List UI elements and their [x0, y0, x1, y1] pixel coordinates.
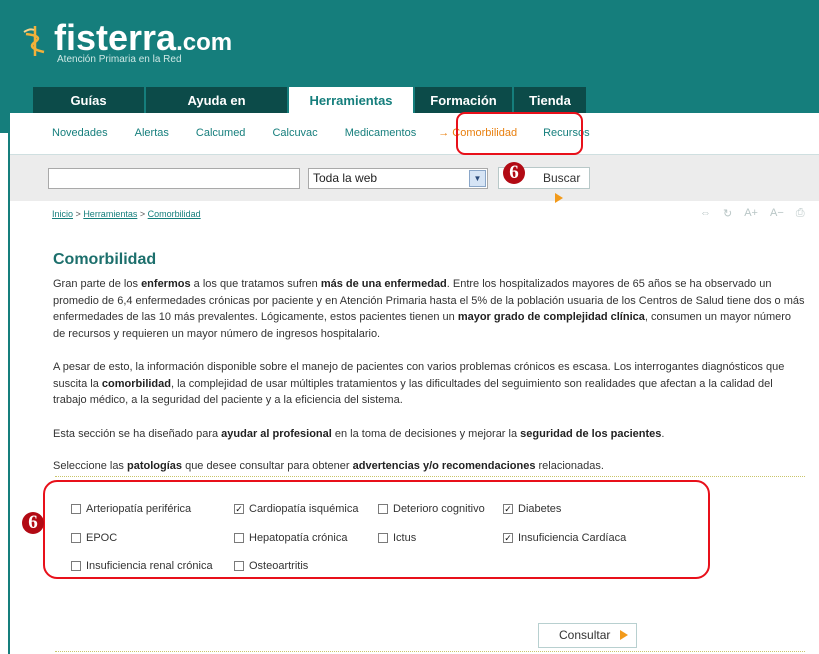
consultar-button-label: Consultar [559, 628, 611, 642]
breadcrumb-herramientas[interactable]: Herramientas [83, 209, 137, 219]
chevron-down-icon[interactable]: ▼ [469, 170, 486, 187]
breadcrumb: Inicio > Herramientas > Comorbilidad [52, 209, 201, 219]
breadcrumb-separator: > [139, 209, 146, 219]
context-paragraph: A pesar de esto, la información disponib… [53, 361, 785, 406]
caduceus-logo-icon [23, 26, 45, 56]
main-nav-tabs: Guías clínicas Ayuda en consulta Herrami… [33, 87, 588, 135]
tab-tienda[interactable]: Tienda [514, 87, 586, 114]
intro-paragraph: Gran parte de los enfermos a los que tra… [53, 278, 805, 340]
highlight-box-comorbilidad [456, 112, 583, 155]
submenu-calcuvac[interactable]: Calcuvac [272, 127, 317, 139]
search-scope-select[interactable]: Toda la web ▼ [308, 168, 488, 189]
submenu-alertas[interactable]: Alertas [135, 127, 169, 139]
purpose-paragraph: Esta sección se ha diseñado para ayudar … [53, 428, 665, 440]
play-arrow-icon [620, 630, 629, 640]
submenu-medicamentos[interactable]: Medicamentos [345, 127, 417, 139]
breadcrumb-comorbilidad[interactable]: Comorbilidad [148, 209, 201, 219]
search-input[interactable] [48, 168, 300, 189]
submenu-novedades[interactable]: Novedades [52, 127, 108, 139]
instruction-paragraph: Seleccione las patologías que desee cons… [53, 460, 604, 472]
submenu-calcumed[interactable]: Calcumed [196, 127, 246, 139]
page-tools: ⇔ ↻ A+ A− ⎙ [700, 207, 817, 220]
tab-ayuda-en-consulta[interactable]: Ayuda en consulta [146, 87, 287, 135]
tab-formacion[interactable]: Formación [415, 87, 512, 114]
breadcrumb-inicio[interactable]: Inicio [52, 209, 73, 219]
highlight-box-conditions [43, 480, 710, 579]
play-arrow-icon [555, 193, 563, 203]
bottom-divider [55, 651, 805, 652]
tab-guias-clinicas[interactable]: Guías clínicas [33, 87, 144, 135]
font-increase-icon[interactable]: A+ [744, 207, 758, 220]
annotation-badge-top: 6 [503, 162, 525, 184]
page-title: Comorbilidad [53, 251, 157, 268]
section-divider [55, 476, 805, 477]
logo-tagline: Atención Primaria en la Red [57, 54, 182, 65]
search-button-label: Buscar [543, 171, 581, 185]
search-scope-value: Toda la web [313, 171, 378, 185]
refresh-icon[interactable]: ↻ [723, 207, 732, 220]
breadcrumb-separator: > [75, 209, 81, 219]
consultar-button[interactable]: Consultar [538, 623, 637, 648]
tab-herramientas[interactable]: Herramientas [289, 87, 413, 114]
share-icon[interactable]: ⇔ [700, 207, 711, 220]
font-decrease-icon[interactable]: A− [770, 207, 784, 220]
print-icon[interactable]: ⎙ [796, 207, 805, 220]
annotation-badge-left: 6 [22, 512, 44, 534]
